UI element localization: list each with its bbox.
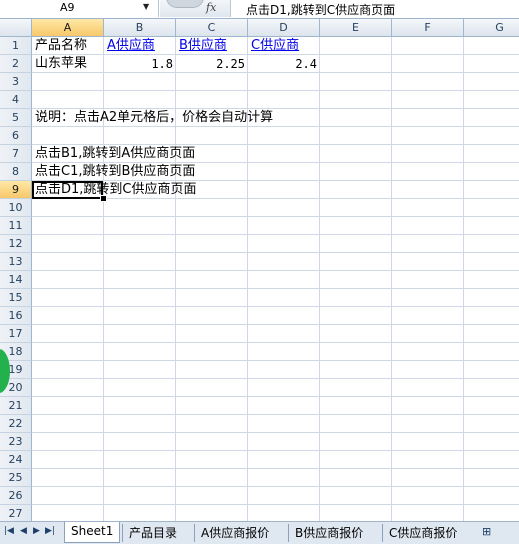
prev-sheet-icon[interactable]: ◀ xyxy=(20,526,27,536)
row-header-21[interactable]: 21 xyxy=(0,397,32,415)
cell-b2[interactable]: 1.8 xyxy=(104,55,173,73)
row-header-23[interactable]: 23 xyxy=(0,433,32,451)
column-header-d[interactable]: D xyxy=(248,19,320,37)
formula-input[interactable]: 点击D1,跳转到C供应商页面 xyxy=(246,1,395,18)
row-header-11[interactable]: 11 xyxy=(0,217,32,235)
column-header-e[interactable]: E xyxy=(320,19,392,37)
row-header-24[interactable]: 24 xyxy=(0,451,32,469)
row-header-14[interactable]: 14 xyxy=(0,271,32,289)
row-header-12[interactable]: 12 xyxy=(0,235,32,253)
column-header-f[interactable]: F xyxy=(392,19,464,37)
formula-bar-controls: fx xyxy=(160,0,231,17)
row-header-5[interactable]: 5 xyxy=(0,109,32,127)
tab-supplier-c-quote[interactable]: C供应商报价 xyxy=(382,524,463,542)
cell-a5[interactable]: 说明：点击A2单元格后，价格会自动计算 xyxy=(35,109,273,127)
sheet-tab-bar: |◀ ◀ ▶ ▶| Sheet1 产品目录 A供应商报价 B供应商报价 C供应商… xyxy=(0,521,519,544)
row-header-4[interactable]: 4 xyxy=(0,91,32,109)
cell-a8[interactable]: 点击C1,跳转到B供应商页面 xyxy=(35,163,195,181)
row-header-16[interactable]: 16 xyxy=(0,307,32,325)
tab-sheet1[interactable]: Sheet1 xyxy=(64,522,121,543)
cell-b1-link[interactable]: A供应商 xyxy=(107,37,155,55)
tab-supplier-b-quote[interactable]: B供应商报价 xyxy=(288,524,369,542)
row-header-17[interactable]: 17 xyxy=(0,325,32,343)
worksheet-grid[interactable]: A B C D E F G 1 2 3 4 5 6 7 8 9 10 11 12 13 14 15 16 17 1… xyxy=(0,19,519,521)
insert-function-icon[interactable]: fx xyxy=(206,1,216,14)
row-header-6[interactable]: 6 xyxy=(0,127,32,145)
row-header-22[interactable]: 22 xyxy=(0,415,32,433)
row-header-10[interactable]: 10 xyxy=(0,199,32,217)
cell-a9[interactable]: 点击D1,跳转到C供应商页面 xyxy=(35,181,197,199)
cell-d1-link[interactable]: C供应商 xyxy=(251,37,299,55)
expand-handle-icon[interactable] xyxy=(166,0,204,8)
column-header-b[interactable]: B xyxy=(104,19,176,37)
first-sheet-icon[interactable]: |◀ xyxy=(4,526,14,536)
row-header-27[interactable]: 27 xyxy=(0,505,32,521)
cell-a1[interactable]: 产品名称 xyxy=(35,37,87,55)
chevron-down-icon[interactable]: ▼ xyxy=(143,2,149,11)
select-all-corner[interactable] xyxy=(0,19,32,37)
column-header-a[interactable]: A xyxy=(32,19,104,37)
name-box[interactable]: A9 ▼ xyxy=(0,0,159,17)
cell-c2[interactable]: 2.25 xyxy=(176,55,245,73)
cell-area[interactable]: 产品名称 A供应商 B供应商 C供应商 山东苹果 1.8 2.25 2.4 说明… xyxy=(32,37,519,521)
fill-handle[interactable] xyxy=(100,195,107,202)
row-header-8[interactable]: 8 xyxy=(0,163,32,181)
row-header-15[interactable]: 15 xyxy=(0,289,32,307)
column-header-c[interactable]: C xyxy=(176,19,248,37)
row-header-9[interactable]: 9 xyxy=(0,181,32,199)
next-sheet-icon[interactable]: ▶ xyxy=(33,526,40,536)
column-header-g[interactable]: G xyxy=(464,19,519,37)
tab-supplier-a-quote[interactable]: A供应商报价 xyxy=(194,524,275,542)
row-header-25[interactable]: 25 xyxy=(0,469,32,487)
row-header-7[interactable]: 7 xyxy=(0,145,32,163)
cell-a7[interactable]: 点击B1,跳转到A供应商页面 xyxy=(35,145,195,163)
cell-a2[interactable]: 山东苹果 xyxy=(35,55,87,73)
row-header-1[interactable]: 1 xyxy=(0,37,32,55)
cell-d2[interactable]: 2.4 xyxy=(248,55,317,73)
row-header-2[interactable]: 2 xyxy=(0,55,32,73)
row-header-3[interactable]: 3 xyxy=(0,73,32,91)
row-header-26[interactable]: 26 xyxy=(0,487,32,505)
row-header-13[interactable]: 13 xyxy=(0,253,32,271)
tab-product-catalog[interactable]: 产品目录 xyxy=(122,524,183,542)
name-box-value: A9 xyxy=(60,1,75,14)
last-sheet-icon[interactable]: ▶| xyxy=(45,526,55,536)
cell-c1-link[interactable]: B供应商 xyxy=(179,37,227,55)
formula-bar: A9 ▼ fx 点击D1,跳转到C供应商页面 xyxy=(0,0,519,19)
insert-sheet-icon[interactable]: ⊞ xyxy=(482,525,491,538)
